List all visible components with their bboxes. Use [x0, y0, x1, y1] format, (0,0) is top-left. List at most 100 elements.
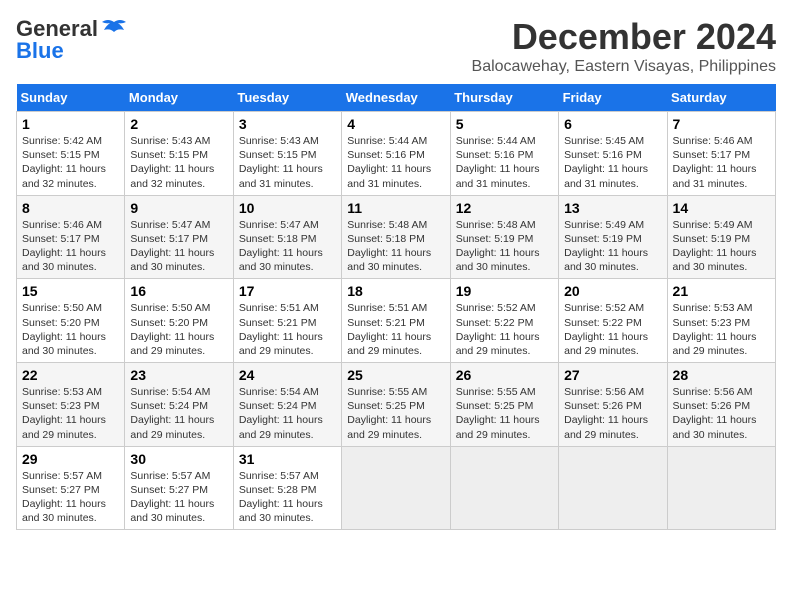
calendar-cell: 19Sunrise: 5:52 AM Sunset: 5:22 PM Dayli… — [450, 279, 558, 363]
day-info: Sunrise: 5:57 AM Sunset: 5:28 PM Dayligh… — [239, 469, 336, 526]
day-info: Sunrise: 5:54 AM Sunset: 5:24 PM Dayligh… — [239, 385, 336, 442]
header-sunday: Sunday — [17, 84, 125, 112]
day-number: 18 — [347, 283, 444, 299]
calendar-cell: 11 Sunrise: 5:48 AM Sunset: 5:18 PM Dayli… — [342, 195, 450, 279]
day-info: Sunrise: 5:48 AM Sunset: 5:18 PM Dayligh… — [347, 218, 444, 275]
day-info: Sunrise: 5:51 AM Sunset: 5:21 PM Dayligh… — [239, 301, 336, 358]
calendar-cell: 22 Sunrise: 5:53 AM Sunset: 5:23 PM Dayli… — [17, 363, 125, 447]
day-number: 9 — [130, 200, 227, 216]
day-info: Sunrise: 5:46 AM Sunset: 5:17 PM Dayligh… — [673, 134, 770, 191]
day-info: Sunrise: 5:57 AM Sunset: 5:27 PM Dayligh… — [22, 469, 119, 526]
calendar-cell — [667, 446, 775, 530]
calendar-header-row: SundayMondayTuesdayWednesdayThursdayFrid… — [17, 84, 776, 112]
day-info: Sunrise: 5:47 AM Sunset: 5:17 PM Dayligh… — [130, 218, 227, 275]
calendar-cell: 7Sunrise: 5:46 AM Sunset: 5:17 PM Daylig… — [667, 112, 775, 196]
day-number: 14 — [673, 200, 770, 216]
title-block: December 2024 Balocawehay, Eastern Visay… — [472, 16, 776, 76]
calendar-cell — [450, 446, 558, 530]
calendar-cell: 13 Sunrise: 5:49 AM Sunset: 5:19 PM Dayli… — [559, 195, 667, 279]
day-number: 17 — [239, 283, 336, 299]
day-number: 31 — [239, 451, 336, 467]
day-number: 8 — [22, 200, 119, 216]
day-info: Sunrise: 5:49 AM Sunset: 5:19 PM Dayligh… — [673, 218, 770, 275]
calendar-cell: 9 Sunrise: 5:47 AM Sunset: 5:17 PM Daylig… — [125, 195, 233, 279]
day-number: 20 — [564, 283, 661, 299]
calendar-cell: 26 Sunrise: 5:55 AM Sunset: 5:25 PM Dayli… — [450, 363, 558, 447]
calendar-cell — [559, 446, 667, 530]
calendar-cell: 15Sunrise: 5:50 AM Sunset: 5:20 PM Dayli… — [17, 279, 125, 363]
day-info: Sunrise: 5:44 AM Sunset: 5:16 PM Dayligh… — [456, 134, 553, 191]
calendar-cell: 5 Sunrise: 5:44 AM Sunset: 5:16 PM Daylig… — [450, 112, 558, 196]
day-info: Sunrise: 5:50 AM Sunset: 5:20 PM Dayligh… — [22, 301, 119, 358]
day-number: 11 — [347, 200, 444, 216]
calendar-cell: 17 Sunrise: 5:51 AM Sunset: 5:21 PM Dayli… — [233, 279, 341, 363]
page-header: General Blue December 2024 Balocawehay, … — [16, 16, 776, 76]
calendar-cell: 1Sunrise: 5:42 AM Sunset: 5:15 PM Daylig… — [17, 112, 125, 196]
calendar-cell: 30 Sunrise: 5:57 AM Sunset: 5:27 PM Dayli… — [125, 446, 233, 530]
calendar-cell: 31 Sunrise: 5:57 AM Sunset: 5:28 PM Dayli… — [233, 446, 341, 530]
day-info: Sunrise: 5:55 AM Sunset: 5:25 PM Dayligh… — [456, 385, 553, 442]
day-number: 21 — [673, 283, 770, 299]
day-info: Sunrise: 5:45 AM Sunset: 5:16 PM Dayligh… — [564, 134, 661, 191]
logo-bird-icon — [100, 18, 128, 40]
day-number: 12 — [456, 200, 553, 216]
calendar-cell: 24 Sunrise: 5:54 AM Sunset: 5:24 PM Dayli… — [233, 363, 341, 447]
calendar-table: SundayMondayTuesdayWednesdayThursdayFrid… — [16, 84, 776, 530]
day-info: Sunrise: 5:47 AM Sunset: 5:18 PM Dayligh… — [239, 218, 336, 275]
day-number: 13 — [564, 200, 661, 216]
day-info: Sunrise: 5:55 AM Sunset: 5:25 PM Dayligh… — [347, 385, 444, 442]
day-info: Sunrise: 5:57 AM Sunset: 5:27 PM Dayligh… — [130, 469, 227, 526]
calendar-cell: 18Sunrise: 5:51 AM Sunset: 5:21 PM Dayli… — [342, 279, 450, 363]
day-number: 5 — [456, 116, 553, 132]
calendar-cell: 25 Sunrise: 5:55 AM Sunset: 5:25 PM Dayli… — [342, 363, 450, 447]
day-number: 23 — [130, 367, 227, 383]
day-number: 30 — [130, 451, 227, 467]
day-info: Sunrise: 5:56 AM Sunset: 5:26 PM Dayligh… — [673, 385, 770, 442]
calendar-week-row: 1Sunrise: 5:42 AM Sunset: 5:15 PM Daylig… — [17, 112, 776, 196]
day-number: 24 — [239, 367, 336, 383]
header-thursday: Thursday — [450, 84, 558, 112]
calendar-cell: 6Sunrise: 5:45 AM Sunset: 5:16 PM Daylig… — [559, 112, 667, 196]
day-info: Sunrise: 5:49 AM Sunset: 5:19 PM Dayligh… — [564, 218, 661, 275]
day-number: 25 — [347, 367, 444, 383]
calendar-week-row: 22 Sunrise: 5:53 AM Sunset: 5:23 PM Dayli… — [17, 363, 776, 447]
day-info: Sunrise: 5:56 AM Sunset: 5:26 PM Dayligh… — [564, 385, 661, 442]
header-wednesday: Wednesday — [342, 84, 450, 112]
calendar-week-row: 8 Sunrise: 5:46 AM Sunset: 5:17 PM Daylig… — [17, 195, 776, 279]
calendar-cell: 28 Sunrise: 5:56 AM Sunset: 5:26 PM Dayli… — [667, 363, 775, 447]
day-number: 28 — [673, 367, 770, 383]
day-number: 10 — [239, 200, 336, 216]
day-info: Sunrise: 5:48 AM Sunset: 5:19 PM Dayligh… — [456, 218, 553, 275]
month-title: December 2024 — [472, 16, 776, 58]
calendar-cell: 2 Sunrise: 5:43 AM Sunset: 5:15 PM Daylig… — [125, 112, 233, 196]
calendar-cell: 12 Sunrise: 5:48 AM Sunset: 5:19 PM Dayli… — [450, 195, 558, 279]
day-number: 2 — [130, 116, 227, 132]
header-monday: Monday — [125, 84, 233, 112]
day-info: Sunrise: 5:43 AM Sunset: 5:15 PM Dayligh… — [130, 134, 227, 191]
day-number: 26 — [456, 367, 553, 383]
day-info: Sunrise: 5:53 AM Sunset: 5:23 PM Dayligh… — [22, 385, 119, 442]
calendar-cell: 20Sunrise: 5:52 AM Sunset: 5:22 PM Dayli… — [559, 279, 667, 363]
calendar-cell: 8 Sunrise: 5:46 AM Sunset: 5:17 PM Daylig… — [17, 195, 125, 279]
calendar-cell: 10 Sunrise: 5:47 AM Sunset: 5:18 PM Dayli… — [233, 195, 341, 279]
day-info: Sunrise: 5:44 AM Sunset: 5:16 PM Dayligh… — [347, 134, 444, 191]
day-number: 29 — [22, 451, 119, 467]
header-tuesday: Tuesday — [233, 84, 341, 112]
day-number: 3 — [239, 116, 336, 132]
day-info: Sunrise: 5:43 AM Sunset: 5:15 PM Dayligh… — [239, 134, 336, 191]
day-number: 4 — [347, 116, 444, 132]
day-info: Sunrise: 5:46 AM Sunset: 5:17 PM Dayligh… — [22, 218, 119, 275]
day-number: 1 — [22, 116, 119, 132]
calendar-cell: 4 Sunrise: 5:44 AM Sunset: 5:16 PM Daylig… — [342, 112, 450, 196]
day-number: 22 — [22, 367, 119, 383]
calendar-cell: 14 Sunrise: 5:49 AM Sunset: 5:19 PM Dayli… — [667, 195, 775, 279]
calendar-week-row: 15Sunrise: 5:50 AM Sunset: 5:20 PM Dayli… — [17, 279, 776, 363]
day-info: Sunrise: 5:53 AM Sunset: 5:23 PM Dayligh… — [673, 301, 770, 358]
calendar-cell: 21 Sunrise: 5:53 AM Sunset: 5:23 PM Dayli… — [667, 279, 775, 363]
calendar-cell: 23Sunrise: 5:54 AM Sunset: 5:24 PM Dayli… — [125, 363, 233, 447]
logo: General Blue — [16, 16, 128, 64]
location-subtitle: Balocawehay, Eastern Visayas, Philippine… — [472, 58, 776, 76]
header-saturday: Saturday — [667, 84, 775, 112]
calendar-cell — [342, 446, 450, 530]
day-number: 27 — [564, 367, 661, 383]
